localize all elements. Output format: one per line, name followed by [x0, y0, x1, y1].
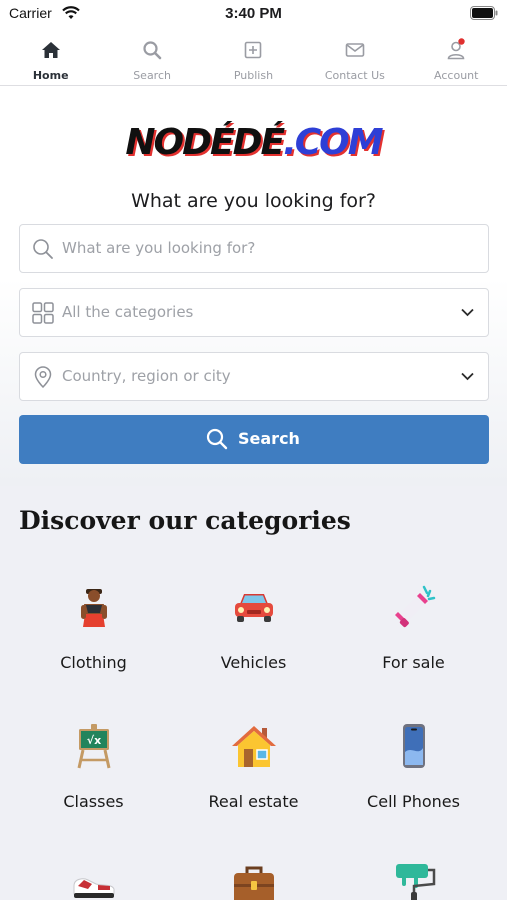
category-for-sale[interactable]: For sale	[329, 583, 498, 672]
categories-heading: Discover our categories	[19, 506, 351, 535]
tab-publish-label: Publish	[233, 69, 274, 82]
location-select-placeholder: Country, region or city	[62, 367, 231, 385]
house-icon	[231, 726, 276, 767]
category-label: Real estate	[208, 792, 299, 811]
tab-home[interactable]: Home	[0, 28, 101, 85]
category-classes[interactable]: √x Classes	[9, 722, 178, 811]
brand-logo[interactable]: NODÉDÉ.COM	[0, 122, 507, 163]
category-label: Cell Phones	[367, 792, 460, 811]
search-button-label: Search	[238, 429, 300, 448]
tab-search-label: Search	[133, 69, 171, 82]
chevron-down-icon	[461, 308, 474, 317]
mail-icon	[345, 43, 365, 57]
category-jobs[interactable]	[169, 862, 338, 900]
keyword-search-placeholder: What are you looking for?	[62, 239, 256, 257]
category-label: For sale	[382, 653, 445, 672]
svg-text:√x: √x	[86, 734, 100, 747]
hero-heading: What are you looking for?	[131, 190, 376, 212]
search-icon	[33, 239, 53, 259]
clock: 3:40 PM	[225, 5, 282, 22]
grid-icon	[32, 302, 54, 324]
chevron-down-icon	[461, 372, 474, 381]
search-icon	[143, 41, 162, 60]
status-bar: Carrier 3:40 PM	[0, 0, 507, 28]
tab-search[interactable]: Search	[101, 28, 202, 85]
phone-icon	[402, 724, 425, 768]
category-label: Vehicles	[220, 653, 287, 672]
category-shoes[interactable]	[9, 862, 178, 900]
keyword-search-input[interactable]: What are you looking for?	[19, 224, 489, 273]
search-icon	[206, 428, 228, 450]
megaphone-icon	[394, 585, 435, 628]
category-vehicles[interactable]: Vehicles	[169, 583, 338, 672]
tab-contact-us-label: Contact Us	[324, 69, 385, 82]
home-icon	[41, 42, 60, 58]
top-tab-bar: Home Search Publish Contact Us Account	[0, 28, 507, 86]
chalkboard-icon: √x	[77, 724, 110, 769]
briefcase-icon	[233, 866, 274, 900]
notification-dot	[458, 38, 465, 45]
logo-text-domain: .COM	[283, 122, 384, 163]
battery-icon	[470, 6, 498, 20]
location-select[interactable]: Country, region or city	[19, 352, 489, 401]
category-label: Classes	[63, 792, 124, 811]
tab-publish[interactable]: Publish	[203, 28, 304, 85]
tab-account-label: Account	[434, 69, 479, 82]
location-pin-icon	[34, 366, 52, 388]
sneaker-icon	[73, 878, 114, 898]
category-services[interactable]	[329, 862, 498, 900]
hero-search-panel: NODÉDÉ.COM What are you looking for? Wha…	[0, 86, 507, 486]
tab-account[interactable]: Account	[406, 28, 507, 85]
tab-home-label: Home	[32, 69, 69, 82]
category-select-placeholder: All the categories	[62, 303, 194, 321]
category-real-estate[interactable]: Real estate	[169, 722, 338, 811]
category-clothing[interactable]: Clothing	[9, 583, 178, 672]
logo-text-main: NODÉDÉ	[125, 122, 285, 163]
category-select[interactable]: All the categories	[19, 288, 489, 337]
category-label: Clothing	[60, 653, 127, 672]
search-button[interactable]: Search	[19, 415, 489, 464]
user-icon	[447, 38, 465, 60]
plus-square-icon	[245, 41, 262, 59]
tab-contact-us[interactable]: Contact Us	[304, 28, 405, 85]
clothing-icon	[80, 589, 107, 627]
category-cell-phones[interactable]: Cell Phones	[329, 722, 498, 811]
car-icon	[234, 594, 273, 622]
paint-roller-icon	[395, 864, 435, 900]
